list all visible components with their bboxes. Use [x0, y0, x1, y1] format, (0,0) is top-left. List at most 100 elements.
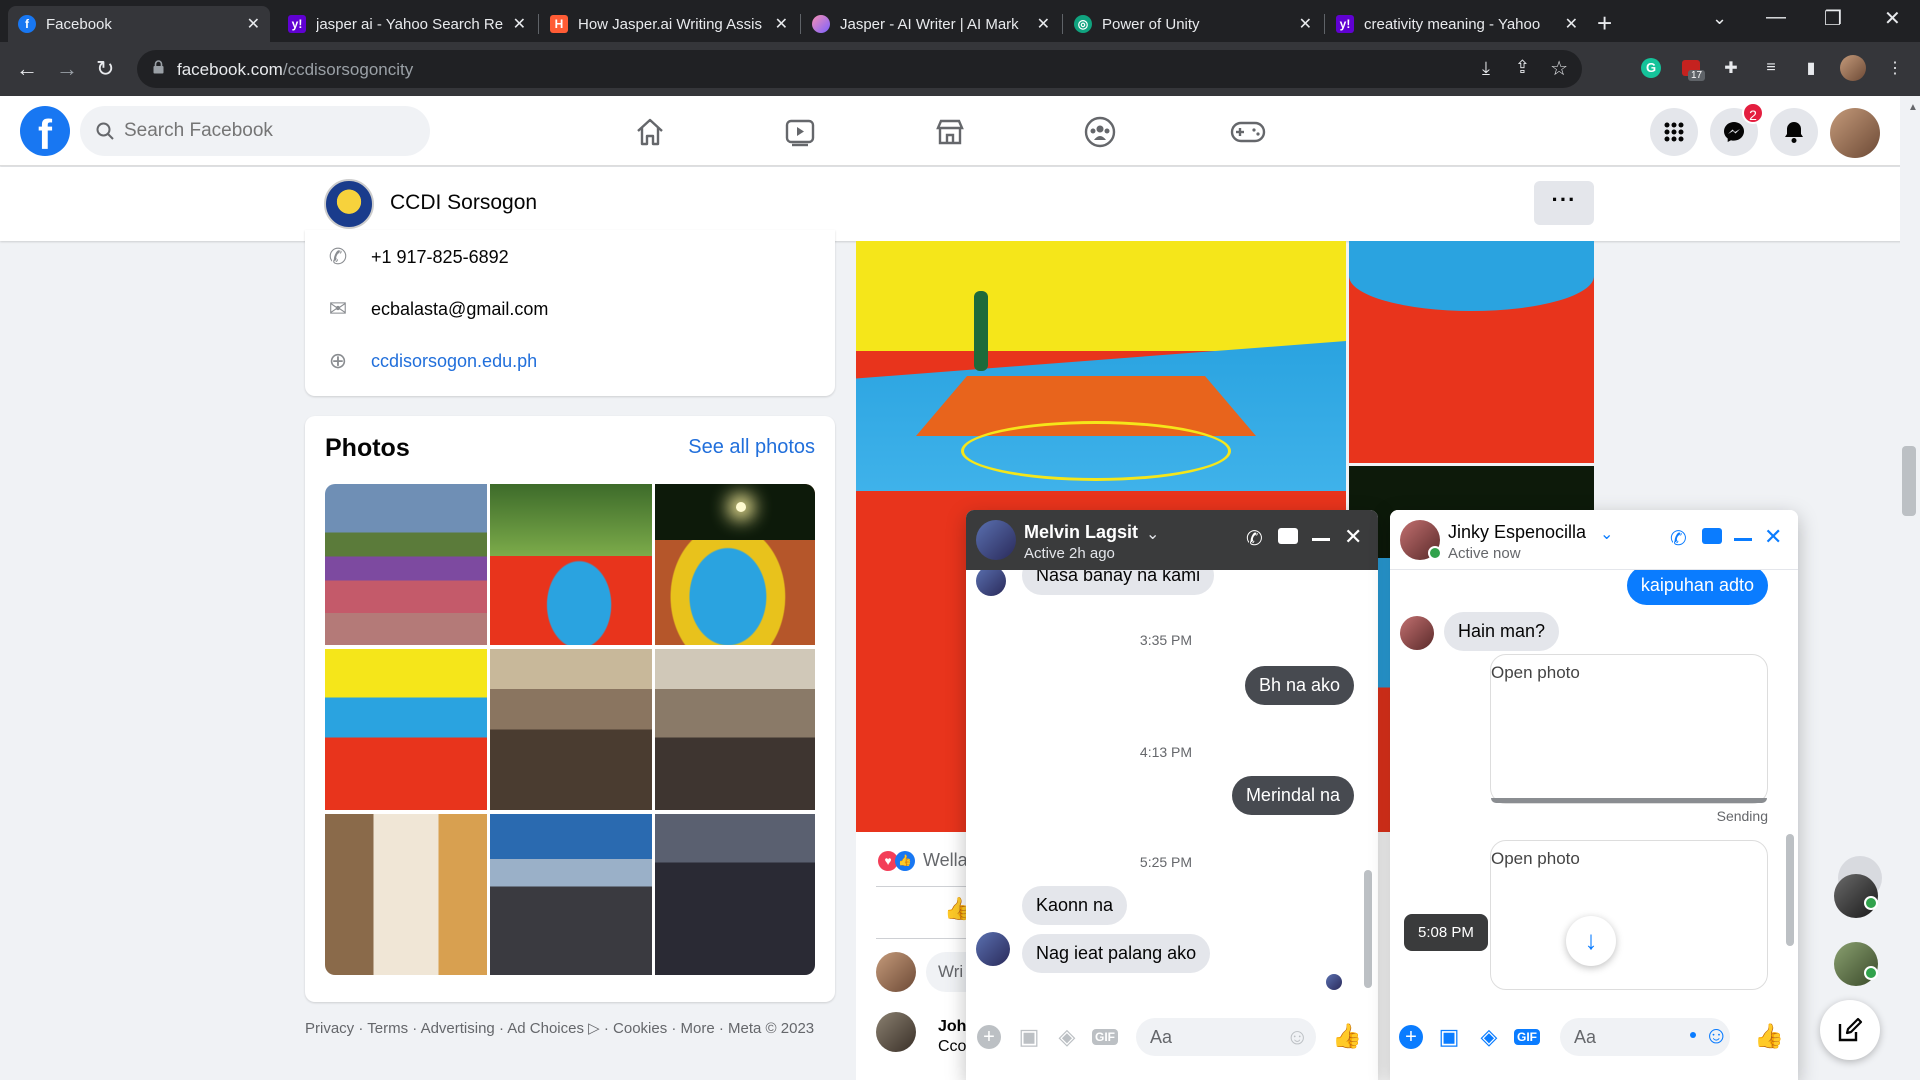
photo-attach-icon[interactable]: ▣ — [1436, 1024, 1462, 1050]
contact-name[interactable]: Jinky Espenocilla — [1448, 522, 1586, 543]
website-link[interactable]: ccdisorsogon.edu.ph — [371, 351, 537, 372]
chevron-down-icon[interactable]: ⌄ — [1600, 524, 1613, 544]
sticker-icon[interactable]: ◈ — [1476, 1024, 1502, 1050]
side-panel-icon[interactable]: ▮ — [1800, 57, 1822, 79]
scroll-to-bottom-arrow-icon[interactable]: ↓ — [1566, 916, 1616, 966]
plus-circle-icon[interactable]: + — [976, 1024, 1002, 1050]
minimize-chat-icon[interactable] — [1312, 538, 1330, 541]
thumbs-up-send-icon[interactable]: 👍 — [1754, 1022, 1784, 1051]
marketplace-icon[interactable] — [930, 112, 970, 152]
emoji-icon[interactable]: ☺ — [1286, 1024, 1308, 1050]
new-tab-button[interactable]: + — [1597, 8, 1612, 39]
video-call-icon[interactable] — [1278, 528, 1298, 544]
tab-power-of-unity[interactable]: ◎ Power of Unity ✕ — [1064, 6, 1322, 42]
photo-thumbnail[interactable] — [325, 814, 487, 975]
close-tab-icon[interactable]: ✕ — [1037, 14, 1050, 34]
close-chat-icon[interactable]: ✕ — [1344, 524, 1362, 550]
gif-icon[interactable]: GIF — [1092, 1024, 1118, 1050]
phone-call-icon[interactable]: ✆ — [1246, 526, 1263, 551]
extension-badge-icon[interactable]: 17 — [1680, 57, 1706, 81]
reload-icon[interactable]: ↻ — [96, 56, 114, 82]
notifications-button[interactable] — [1770, 108, 1818, 156]
post-image-top-right[interactable] — [1349, 241, 1594, 463]
message-bubble-incoming: Hain man? — [1444, 612, 1560, 651]
new-message-button[interactable] — [1820, 1000, 1880, 1060]
close-tab-icon[interactable]: ✕ — [1299, 14, 1312, 34]
chat-header[interactable]: Melvin Lagsit Active 2h ago ⌄ ✆ ✕ — [966, 510, 1378, 570]
tab-jasper[interactable]: Jasper - AI Writer | AI Mark ✕ — [802, 6, 1060, 42]
close-window-icon[interactable]: ✕ — [1884, 6, 1901, 31]
account-avatar[interactable] — [1830, 108, 1880, 158]
tab-search-chevron-icon[interactable]: ⌄ — [1712, 8, 1727, 29]
close-tab-icon[interactable]: ✕ — [1565, 14, 1578, 34]
share-icon[interactable]: ⇪ — [1515, 57, 1530, 78]
minimize-chat-icon[interactable] — [1734, 538, 1752, 541]
jasper-favicon-icon — [812, 15, 830, 33]
footer-links[interactable]: Privacy · Terms · Advertising · Ad Choic… — [305, 1018, 845, 1040]
photo-thumbnail[interactable] — [655, 814, 815, 975]
facebook-logo-icon[interactable]: f — [20, 106, 70, 158]
home-icon[interactable] — [630, 112, 670, 152]
forward-arrow-icon[interactable]: → — [56, 56, 78, 82]
reaction-summary[interactable]: ♥ 👍 Wella — [878, 850, 968, 871]
contact-avatar-small — [976, 570, 1006, 596]
video-call-icon[interactable] — [1702, 528, 1722, 544]
more-options-button[interactable]: ··· — [1534, 181, 1594, 225]
close-tab-icon[interactable]: ✕ — [775, 14, 788, 34]
menu-grid-button[interactable] — [1650, 108, 1698, 156]
photo-thumbnail[interactable] — [325, 649, 487, 810]
contact-name[interactable]: Melvin Lagsit — [1024, 522, 1138, 543]
install-app-icon[interactable]: ⤓ — [1482, 58, 1490, 79]
reading-list-icon[interactable]: ≡ — [1760, 57, 1782, 79]
photo-thumbnail[interactable] — [325, 484, 487, 645]
photo-attachment[interactable]: Open photo — [1490, 654, 1768, 804]
page-logo[interactable] — [324, 179, 374, 229]
gif-icon[interactable]: GIF — [1514, 1024, 1540, 1050]
photo-thumbnail[interactable] — [490, 649, 652, 810]
minimize-window-icon[interactable]: — — [1766, 6, 1786, 29]
bookmark-star-icon[interactable]: ☆ — [1550, 56, 1568, 81]
see-all-photos-link[interactable]: See all photos — [688, 436, 815, 459]
tab-hubspot[interactable]: H How Jasper.ai Writing Assis ✕ — [540, 6, 798, 42]
photo-thumbnail[interactable] — [490, 814, 652, 975]
chat-scrollbar[interactable] — [1364, 870, 1372, 988]
grammarly-extension-icon[interactable]: G — [1640, 57, 1662, 79]
emoji-icon[interactable]: ☺ — [1704, 1022, 1729, 1050]
tab-yahoo-jasper[interactable]: y! jasper ai - Yahoo Search Re ✕ — [278, 6, 536, 42]
photo-attachment[interactable]: Open photo — [1490, 840, 1768, 990]
chat-header[interactable]: Jinky Espenocilla Active now ⌄ ✆ ✕ — [1390, 510, 1798, 570]
gaming-icon[interactable] — [1228, 112, 1268, 152]
groups-icon[interactable] — [1080, 112, 1120, 152]
tab-yahoo-creativity[interactable]: y! creativity meaning - Yahoo ✕ — [1326, 6, 1588, 42]
envelope-icon: ✉ — [328, 296, 348, 321]
yahoo-favicon-icon: y! — [288, 15, 306, 33]
photo-attach-icon[interactable]: ▣ — [1016, 1024, 1042, 1050]
search-box[interactable] — [80, 106, 430, 156]
photo-thumbnail[interactable] — [490, 484, 652, 645]
chrome-menu-icon[interactable]: ⋮ — [1884, 57, 1906, 79]
photo-thumbnail[interactable] — [655, 484, 815, 645]
tab-facebook[interactable]: f Facebook ✕ — [8, 6, 270, 42]
search-input[interactable] — [124, 118, 414, 144]
page-scrollbar-thumb[interactable] — [1902, 446, 1916, 516]
messenger-button[interactable]: 2 — [1710, 102, 1764, 156]
photo-thumbnail[interactable] — [655, 649, 815, 810]
scroll-up-arrow-icon[interactable]: ▲ — [1908, 102, 1918, 113]
extensions-puzzle-icon[interactable]: ✚ — [1720, 57, 1742, 79]
close-chat-icon[interactable]: ✕ — [1764, 524, 1782, 550]
phone-call-icon[interactable]: ✆ — [1670, 526, 1687, 551]
message-bubble-outgoing: Merindal na — [1231, 776, 1354, 815]
back-arrow-icon[interactable]: ← — [16, 56, 38, 82]
thumbs-up-send-icon[interactable]: 👍 — [1332, 1022, 1362, 1051]
restore-window-icon[interactable]: ❐ — [1824, 6, 1842, 31]
chat-scrollbar[interactable] — [1786, 834, 1794, 946]
page-title[interactable]: CCDI Sorsogon — [390, 191, 537, 215]
watch-video-icon[interactable] — [780, 112, 820, 152]
close-tab-icon[interactable]: ✕ — [247, 14, 260, 34]
sticker-icon[interactable]: ◈ — [1054, 1024, 1080, 1050]
chevron-down-icon[interactable]: ⌄ — [1146, 524, 1159, 544]
profile-avatar[interactable] — [1840, 55, 1866, 81]
plus-circle-icon[interactable]: + — [1398, 1024, 1424, 1050]
address-bar[interactable]: facebook.com/ccdisorsogoncity ⤓ ⇪ ☆ — [137, 50, 1582, 88]
close-tab-icon[interactable]: ✕ — [513, 14, 526, 34]
